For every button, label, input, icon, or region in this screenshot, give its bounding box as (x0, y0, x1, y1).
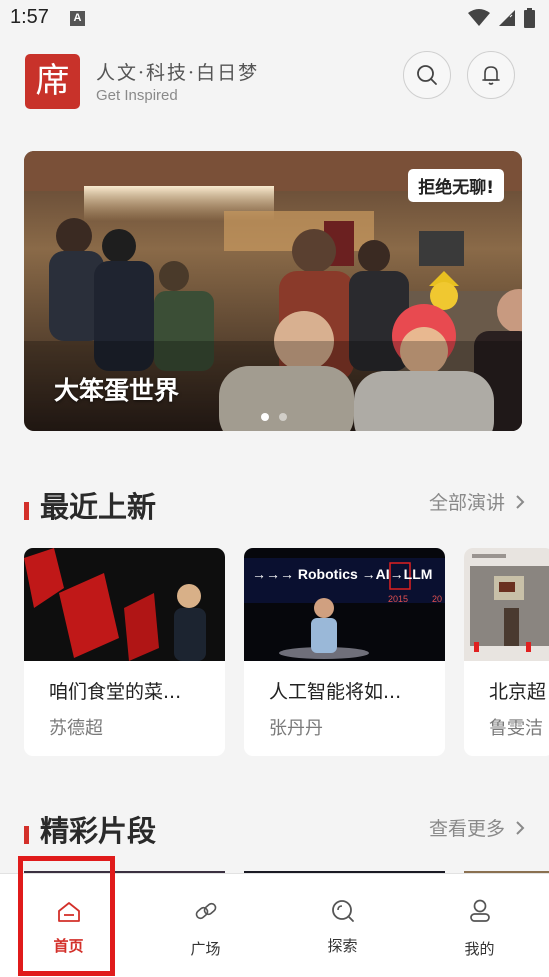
thumb-year-label: 2015 (388, 594, 409, 604)
talk-author: 张丹丹 (269, 718, 323, 739)
bell-icon (482, 66, 500, 85)
thumb-year-label: 20 (432, 594, 443, 604)
talk-thumbnail: →→→ Robotics →AI→LLM 2015 20 (244, 548, 445, 661)
talk-card[interactable]: →→→ Robotics →AI→LLM 2015 20 人工智能将如... 张… (244, 548, 445, 756)
notification-icon: A (70, 11, 85, 26)
featured-banner[interactable]: 拒绝无聊! 大笨蛋世界 (24, 151, 522, 431)
clips-section-title: 精彩片段 (40, 814, 157, 848)
app-logo: 席 (25, 54, 80, 109)
nav-square[interactable]: 广场 (137, 874, 274, 977)
all-talks-label: 全部演讲 (428, 492, 505, 514)
talk-card[interactable]: 咱们食堂的菜... 苏德超 (24, 548, 225, 756)
talk-thumbnail (464, 548, 549, 661)
chevron-right-icon (516, 820, 525, 835)
section-marker (24, 502, 29, 520)
user-icon (469, 899, 490, 922)
notification-button[interactable] (467, 51, 515, 99)
all-talks-link[interactable]: 全部演讲 (429, 488, 525, 515)
status-icons (468, 8, 535, 28)
talk-title: 北京超 (489, 681, 547, 703)
recent-section-title: 最近上新 (40, 490, 157, 524)
talk-title: 咱们食堂的菜... (49, 681, 182, 703)
banner-tag: 拒绝无聊! (408, 169, 504, 202)
app-subslogan: Get Inspired (96, 87, 178, 104)
see-more-label: 查看更多 (428, 818, 505, 840)
battery-icon (524, 8, 535, 28)
talk-thumbnail (24, 548, 225, 661)
section-marker (24, 826, 29, 844)
highlight-box (18, 856, 115, 976)
chevron-right-icon (516, 494, 525, 509)
nav-square-label: 广场 (190, 940, 221, 958)
see-more-link[interactable]: 查看更多 (429, 814, 525, 841)
app-slogan: 人文·科技·白日梦 (96, 62, 260, 84)
carousel-dot-active (261, 413, 269, 421)
nav-mine[interactable]: 我的 (411, 874, 548, 977)
talk-author: 苏德超 (49, 718, 103, 739)
explore-icon (331, 900, 354, 922)
status-bar: 1:57 A (0, 0, 549, 36)
wifi-icon (468, 9, 490, 26)
talk-title: 人工智能将如... (269, 681, 402, 703)
link-icon (195, 902, 216, 920)
thumb-robotics-text: →→→ Robotics →AI→LLM (252, 566, 433, 582)
banner-title: 大笨蛋世界 (54, 376, 180, 405)
signal-icon (499, 10, 515, 26)
search-button[interactable] (403, 51, 451, 99)
nav-explore[interactable]: 探索 (274, 874, 411, 977)
carousel-dot (279, 413, 287, 421)
status-time: 1:57 (10, 6, 49, 28)
talk-author: 鲁雯洁 (489, 718, 543, 739)
nav-explore-label: 探索 (327, 937, 358, 955)
search-icon (417, 65, 437, 85)
nav-mine-label: 我的 (464, 940, 495, 958)
talk-card[interactable]: 北京超 鲁雯洁 (464, 548, 549, 756)
